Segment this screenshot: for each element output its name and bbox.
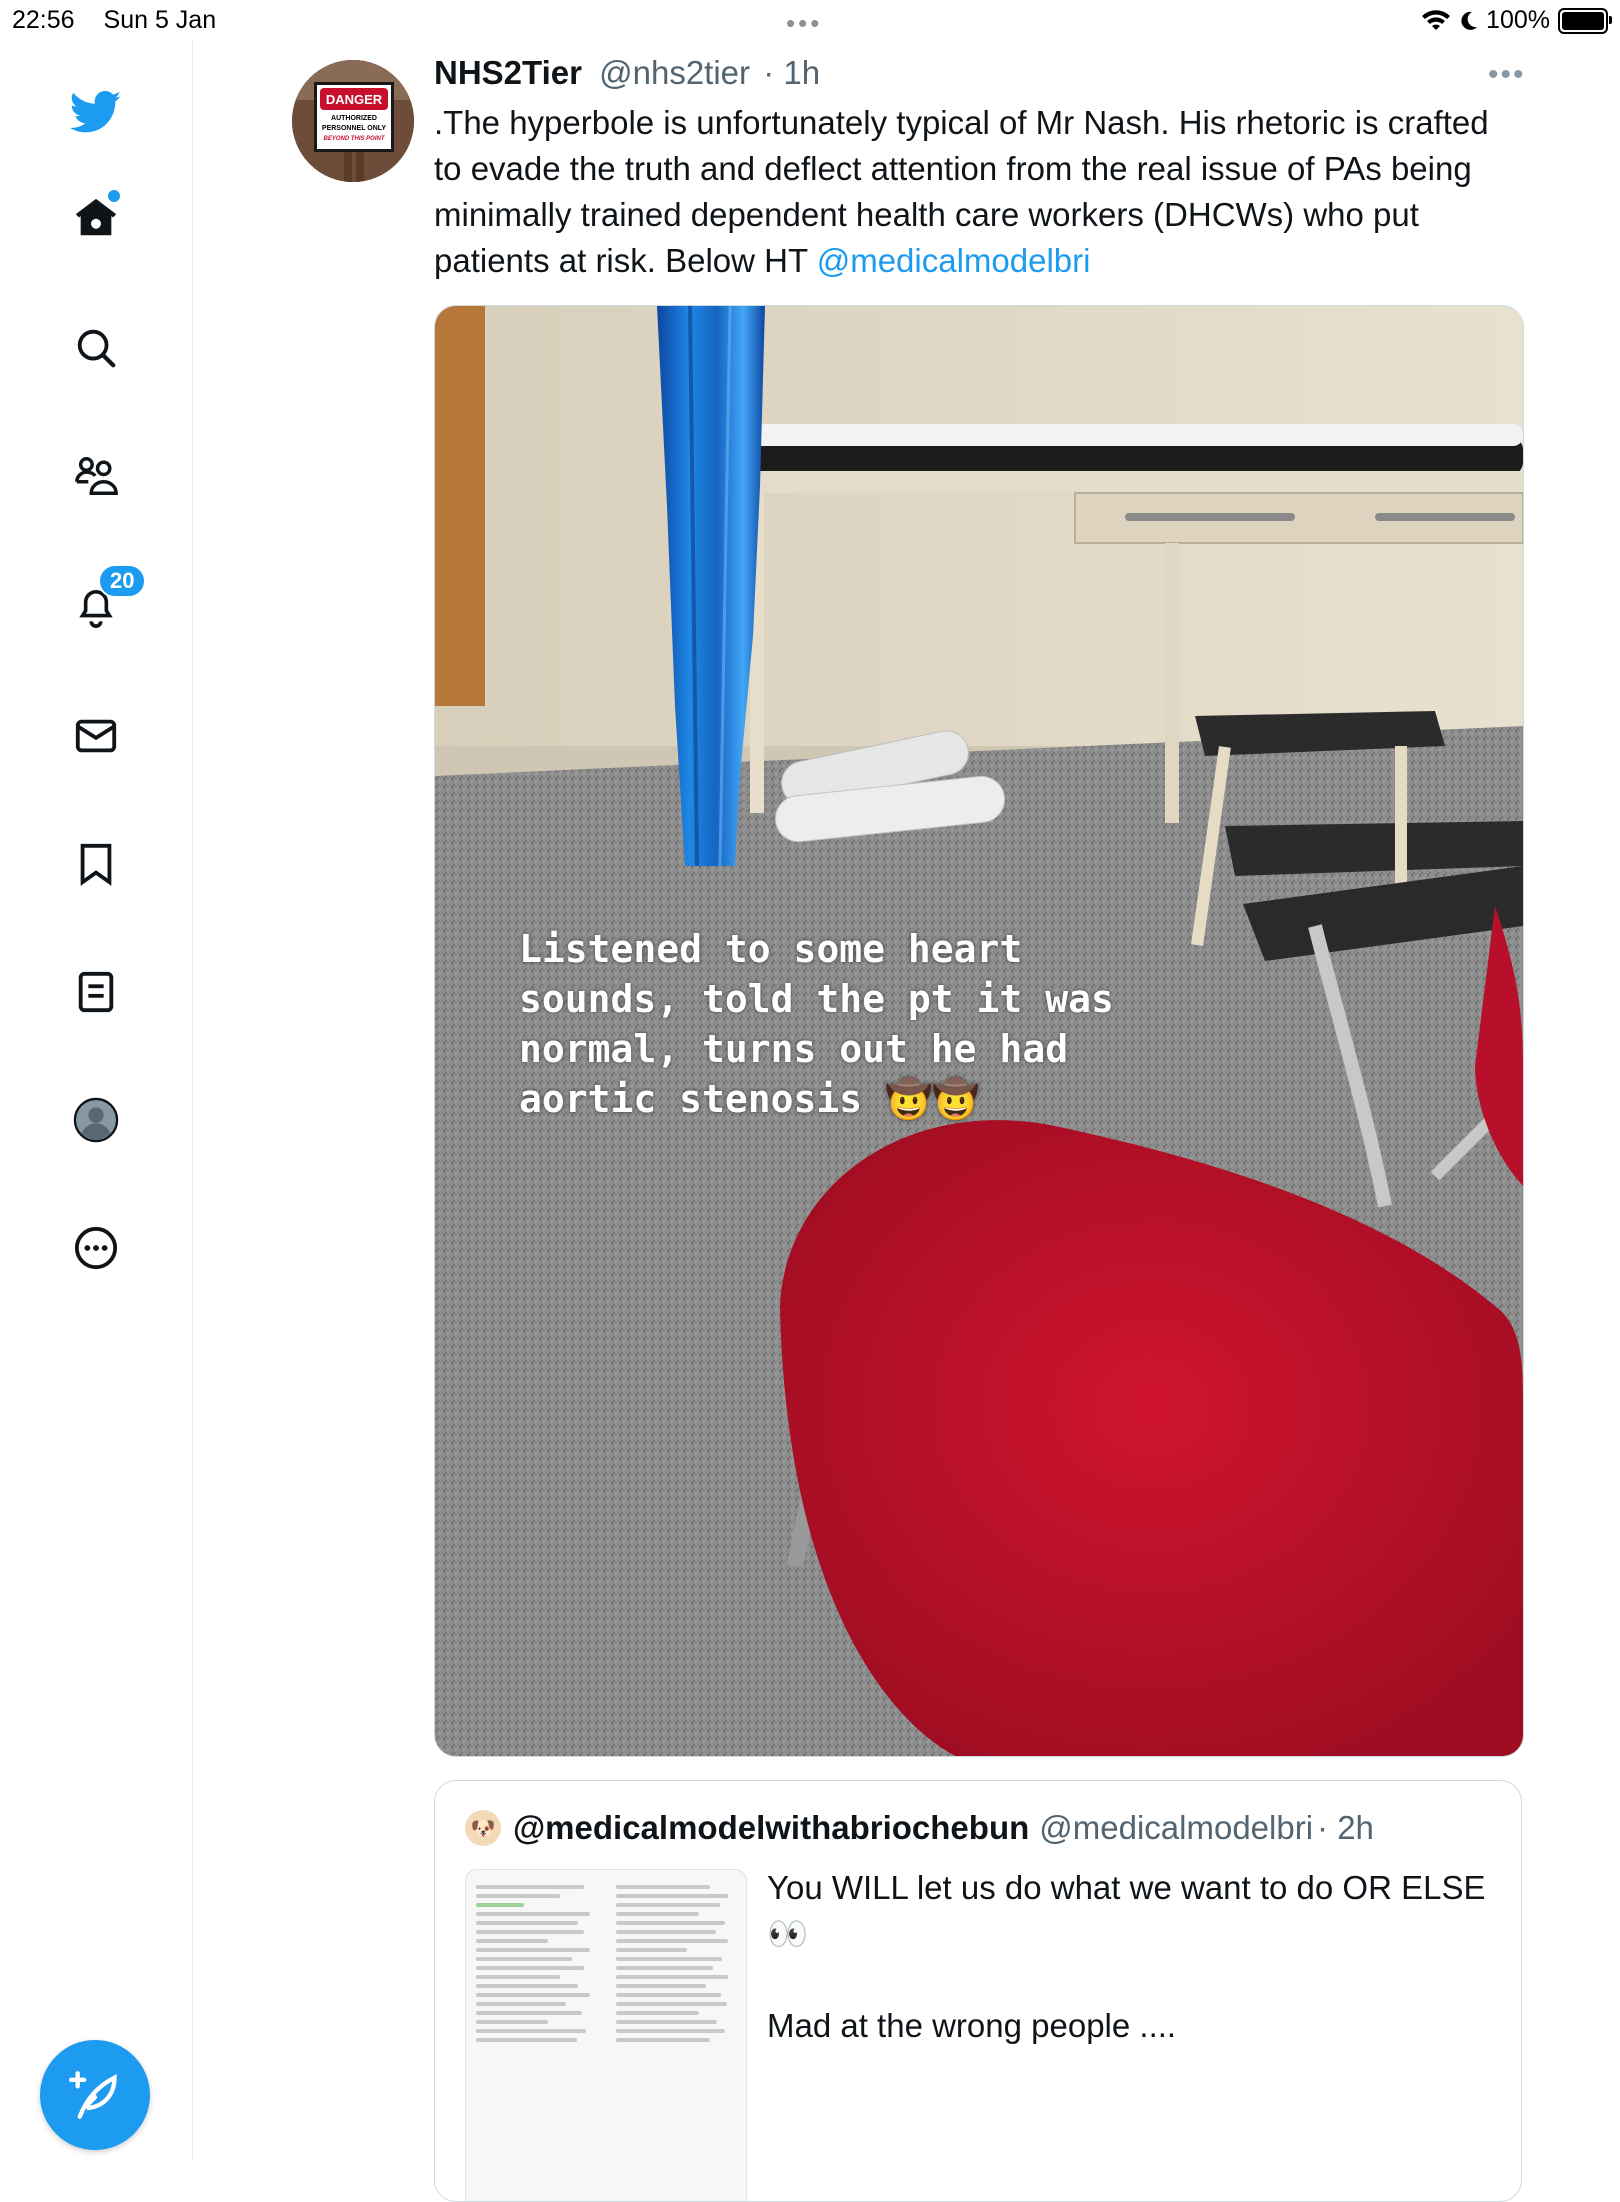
- tweet-body: .The hyperbole is unfortunately typical …: [434, 100, 1514, 284]
- quoted-tweet-thumbnail: [465, 1869, 747, 2201]
- nav-profile[interactable]: [70, 1094, 122, 1146]
- nav-more[interactable]: [70, 1222, 122, 1274]
- home-unread-dot: [108, 190, 120, 202]
- quoted-author-avatar: 🐶: [465, 1810, 501, 1846]
- quoted-text-line2: Mad at the wrong people ....: [767, 2007, 1177, 2044]
- tweet-header: NHS2Tier @nhs2tier · 1h: [434, 54, 820, 92]
- tweet-more-button[interactable]: •••: [1488, 58, 1526, 92]
- quoted-tweet-card[interactable]: 🐶 @medicalmodelwithabriochebun @medicalm…: [434, 1780, 1522, 2202]
- tweet-timestamp[interactable]: · 1h: [763, 54, 820, 91]
- quoted-author-handle: @medicalmodelbri: [1039, 1809, 1314, 1846]
- bookmark-icon: [80, 843, 112, 886]
- list-icon: [78, 971, 114, 1013]
- avatar-icon: [73, 1097, 119, 1143]
- wifi-icon: [1422, 9, 1451, 30]
- tweet-author-handle[interactable]: @nhs2tier: [599, 54, 750, 91]
- nav-home[interactable]: [70, 190, 122, 244]
- nav-notifications[interactable]: 20: [70, 564, 147, 632]
- quoted-text-line1: You WILL let us do what we want to do OR…: [767, 1869, 1486, 1952]
- multitasking-dots[interactable]: •••: [786, 8, 822, 39]
- thumbnail-column-left: [476, 1880, 596, 2047]
- avatar-sign-line3: PERSONNEL ONLY: [322, 125, 387, 132]
- battery-fill: [1562, 11, 1604, 30]
- nav-communities[interactable]: [70, 450, 122, 502]
- moon-icon: [1461, 11, 1478, 30]
- status-left: 22:56 Sun 5 Jan: [12, 6, 238, 35]
- status-time: 22:56: [12, 6, 75, 34]
- sidebar: 20: [0, 40, 193, 2160]
- quoted-timestamp: · 2h: [1317, 1809, 1374, 1846]
- search-icon: [77, 329, 116, 368]
- avatar-sign-line4: BEYOND THIS POINT: [323, 136, 385, 142]
- nav-bookmarks[interactable]: [70, 838, 122, 890]
- nav-lists[interactable]: [70, 966, 122, 1018]
- avatar-sign-line1: DANGER: [326, 92, 383, 107]
- danger-sign-image: DANGER AUTHORIZED PERSONNEL ONLY BEYOND …: [292, 60, 414, 182]
- quoted-tweet-text: You WILL let us do what we want to do OR…: [767, 1865, 1487, 2049]
- tweet-mention-link[interactable]: @medicalmodelbri: [817, 242, 1091, 279]
- twitter-logo-icon[interactable]: [70, 86, 122, 138]
- communities-icon: [75, 457, 118, 495]
- thumbnail-column-right: [616, 1880, 734, 2047]
- more-circle-icon: [74, 1226, 118, 1270]
- notifications-badge: 20: [98, 564, 147, 598]
- envelope-icon: [75, 719, 117, 753]
- status-date: Sun 5 Jan: [103, 6, 217, 34]
- quoted-author-name: @medicalmodelwithabriochebun: [513, 1809, 1030, 1846]
- tweet-author-avatar[interactable]: DANGER AUTHORIZED PERSONNEL ONLY BEYOND …: [292, 60, 414, 182]
- battery-icon: [1558, 7, 1612, 34]
- nav-messages[interactable]: [70, 710, 122, 762]
- status-bar: 22:56 Sun 5 Jan ••• 100%: [0, 0, 1620, 40]
- tweet-media-image[interactable]: Listened to some heart sounds, told the …: [434, 305, 1524, 1757]
- media-caption-overlay: Listened to some heart sounds, told the …: [519, 927, 1114, 1121]
- tweet-author-name[interactable]: NHS2Tier: [434, 54, 582, 91]
- nav-explore[interactable]: [70, 322, 122, 374]
- feather-plus-icon: [69, 2071, 117, 2119]
- status-right: 100%: [1422, 6, 1612, 35]
- quoted-tweet-header: 🐶 @medicalmodelwithabriochebun @medicalm…: [465, 1809, 1374, 1847]
- battery-percent: 100%: [1486, 6, 1550, 34]
- avatar-sign-line2: AUTHORIZED: [331, 115, 377, 122]
- compose-tweet-button[interactable]: [40, 2040, 150, 2150]
